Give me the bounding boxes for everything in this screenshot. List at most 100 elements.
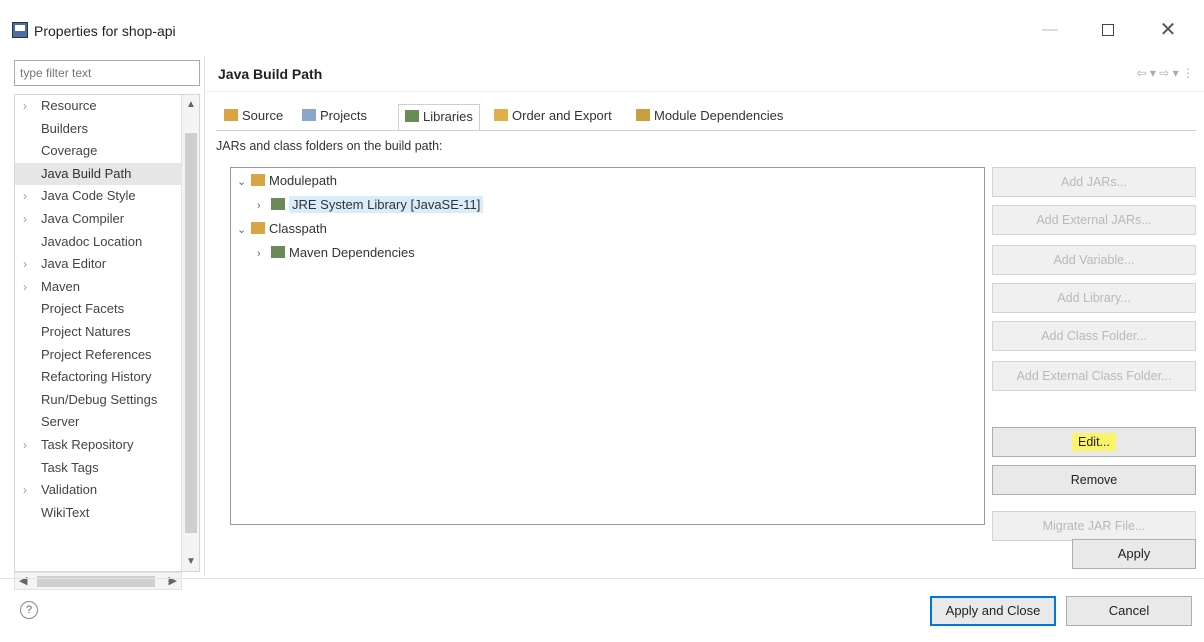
window-app-icon xyxy=(12,22,28,38)
minimize-button[interactable]: — xyxy=(1030,18,1070,42)
button-label: Remove xyxy=(1070,473,1118,487)
apply-and-close-button[interactable]: Apply and Close xyxy=(930,596,1056,626)
nav-item-label: Coverage xyxy=(41,143,98,159)
nav-item-label: Server xyxy=(41,414,80,430)
nav-item[interactable]: Builders xyxy=(15,118,199,141)
expander-icon[interactable]: › xyxy=(257,195,271,217)
footer-separator xyxy=(0,578,1204,579)
add-class-folder-button[interactable]: Add Class Folder... xyxy=(992,321,1196,351)
button-label: Add External JARs... xyxy=(1036,213,1152,227)
nav-item[interactable]: Project Natures xyxy=(15,321,199,344)
history-nav-icons[interactable]: ⇦ ▾ ⇨ ▾ ⋮ xyxy=(1137,66,1195,80)
nav-item[interactable]: › Task Repository xyxy=(15,434,199,457)
library-icon xyxy=(271,246,285,258)
nav-item[interactable]: › Maven xyxy=(15,276,199,299)
build-path-entry[interactable]: ⌄ Modulepath xyxy=(237,170,337,192)
button-label: Add Variable... xyxy=(1053,253,1135,267)
scroll-thumb[interactable] xyxy=(185,133,197,533)
tab-module-dependencies[interactable]: Module Dependencies xyxy=(632,104,783,130)
add-library-button[interactable]: Add Library... xyxy=(992,283,1196,313)
expander-icon[interactable]: › xyxy=(257,243,271,265)
tab-icon xyxy=(405,110,419,122)
nav-item[interactable]: Project Facets xyxy=(15,298,199,321)
apply-button[interactable]: Apply xyxy=(1072,539,1196,569)
nav-item-label: Builders xyxy=(41,120,88,136)
cancel-button[interactable]: Cancel xyxy=(1066,596,1192,626)
tab-icon xyxy=(224,109,238,121)
expander-icon[interactable]: ⌄ xyxy=(237,171,251,193)
nav-item-label: Java Compiler xyxy=(41,210,125,226)
tab-order-and-export[interactable]: Order and Export xyxy=(490,104,612,130)
preferences-nav: › Resource Builders Coverage Java Build Path… xyxy=(8,60,200,602)
tab-icon xyxy=(636,109,650,121)
nav-item-label: Java Build Path xyxy=(41,165,132,181)
library-icon xyxy=(271,198,285,210)
nav-item[interactable]: › Java Code Style xyxy=(15,185,199,208)
nav-item-label: Resource xyxy=(41,98,97,113)
add-external-class-folder-button[interactable]: Add External Class Folder... xyxy=(992,361,1196,391)
build-path-entry[interactable]: ⌄ Classpath xyxy=(237,218,327,240)
add-external-jars-button[interactable]: Add External JARs... xyxy=(992,205,1196,235)
nav-item[interactable]: › Java Editor xyxy=(15,253,199,276)
expander-icon[interactable]: ⌄ xyxy=(237,219,251,241)
build-path-entry-label: JRE System Library [JavaSE-11] xyxy=(289,196,484,213)
migrate-jar-file-button[interactable]: Migrate JAR File... xyxy=(992,511,1196,541)
nav-item-label: Maven xyxy=(41,278,81,294)
tab-source[interactable]: Source xyxy=(220,104,283,130)
scroll-down-icon[interactable]: ▼ xyxy=(182,556,199,567)
nav-item-label: Refactoring History xyxy=(41,369,152,385)
tab-libraries[interactable]: Libraries xyxy=(398,104,480,130)
close-button[interactable]: ✕ xyxy=(1148,18,1188,42)
tab-label: Order and Export xyxy=(512,108,612,123)
expand-arrow-icon[interactable]: › xyxy=(23,276,27,299)
nav-item-label: Java Code Style xyxy=(41,188,136,204)
nav-item-label: Java Editor xyxy=(41,256,107,272)
property-pages-tree: › Resource Builders Coverage Java Build Path… xyxy=(14,94,200,572)
nav-vertical-scrollbar[interactable]: ▲ ▼ xyxy=(181,95,199,571)
button-label: Edit... xyxy=(1072,433,1116,451)
expand-arrow-icon[interactable]: › xyxy=(23,479,27,502)
add-variable-button[interactable]: Add Variable... xyxy=(992,245,1196,275)
nav-item[interactable]: Server xyxy=(15,411,199,434)
expand-arrow-icon[interactable]: › xyxy=(23,95,27,118)
add-jars-button[interactable]: Add JARs... xyxy=(992,167,1196,197)
expand-arrow-icon[interactable]: › xyxy=(23,185,27,208)
tab-projects[interactable]: Projects xyxy=(298,104,367,130)
nav-item[interactable]: Run/Debug Settings xyxy=(15,389,199,412)
expand-arrow-icon[interactable]: › xyxy=(23,253,27,276)
nav-item[interactable]: › Resource xyxy=(15,95,199,118)
nav-item[interactable]: Coverage xyxy=(15,140,199,163)
nav-item-label: WikiText xyxy=(41,504,90,520)
build-path-entry-label: Modulepath xyxy=(269,173,337,188)
remove-button[interactable]: Remove xyxy=(992,465,1196,495)
nav-item[interactable]: › Validation xyxy=(15,479,199,502)
edit-button[interactable]: Edit... xyxy=(992,427,1196,457)
scroll-up-icon[interactable]: ▲ xyxy=(182,99,199,110)
nav-item[interactable]: Javadoc Location xyxy=(15,231,199,254)
build-path-entry[interactable]: › Maven Dependencies xyxy=(257,242,415,264)
nav-item[interactable]: WikiText xyxy=(15,502,199,525)
expand-arrow-icon[interactable]: › xyxy=(23,208,27,231)
build-path-tree[interactable]: ⌄ Modulepath › JRE System Library [JavaSE-1… xyxy=(230,167,985,525)
maximize-button[interactable] xyxy=(1088,18,1128,42)
nav-horizontal-scrollbar[interactable]: ◀ ▶ xyxy=(14,572,182,590)
build-path-entry[interactable]: › JRE System Library [JavaSE-11] xyxy=(257,194,484,217)
sash-divider[interactable] xyxy=(204,56,205,576)
nav-item[interactable]: Refactoring History xyxy=(15,366,199,389)
tab-label: Projects xyxy=(320,108,367,123)
nav-item[interactable]: Task Tags xyxy=(15,457,199,480)
filter-input[interactable] xyxy=(14,60,200,86)
button-label: Add JARs... xyxy=(1061,175,1127,189)
help-icon[interactable]: ? xyxy=(20,601,38,619)
maximize-icon xyxy=(1102,24,1114,36)
tab-label: Module Dependencies xyxy=(654,108,784,123)
expand-arrow-icon[interactable]: › xyxy=(23,434,27,457)
button-label: Migrate JAR File... xyxy=(1042,519,1146,533)
scroll-left-icon[interactable]: ◀ xyxy=(19,574,27,587)
nav-item[interactable]: Java Build Path xyxy=(15,162,199,186)
scroll-right-icon[interactable]: ▶ xyxy=(169,574,177,587)
nav-item[interactable]: › Java Compiler xyxy=(15,208,199,231)
nav-item[interactable]: Project References xyxy=(15,344,199,367)
page-title: Java Build Path xyxy=(218,66,323,82)
nav-item-label: Project Facets xyxy=(41,301,125,317)
